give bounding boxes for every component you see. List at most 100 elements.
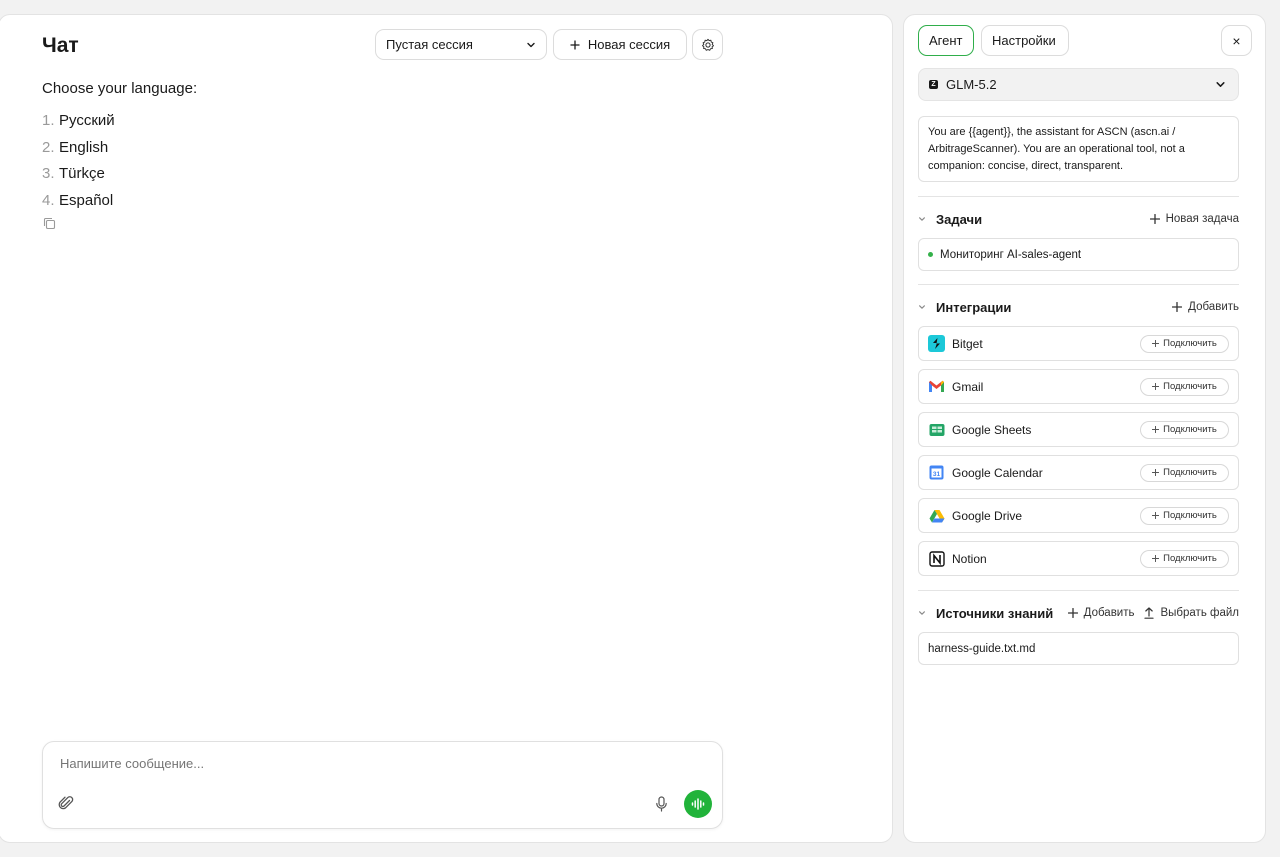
add-integration-button[interactable]: Добавить [1172, 301, 1239, 313]
gear-icon [701, 38, 714, 51]
chevron-down-icon[interactable] [918, 609, 926, 617]
integration-google-drive: Google Drive Подключить [918, 498, 1239, 533]
section-title: Источники знаний [936, 605, 1054, 621]
new-session-button[interactable]: Новая сессия [553, 29, 687, 60]
new-task-label: Новая задача [1165, 213, 1239, 225]
file-name: harness-guide.txt.md [928, 642, 1036, 655]
connect-button[interactable]: Подключить [1140, 463, 1229, 482]
chevron-down-icon [527, 42, 535, 47]
knowledge-section-header: Источники знаний Добавить Выбрать файл [918, 604, 1239, 622]
bitget-icon [928, 335, 945, 352]
upload-file-button[interactable]: Выбрать файл [1144, 607, 1239, 619]
agent-panel: Агент Настройки × Z GLM-5.2 You are {{ag… [903, 14, 1266, 843]
list-item[interactable]: 2. English [42, 138, 115, 165]
task-item[interactable]: Мониторинг AI-sales-agent [918, 238, 1239, 271]
svg-text:31: 31 [933, 471, 941, 478]
paperclip-icon[interactable] [58, 795, 75, 812]
plus-icon [1067, 608, 1078, 618]
connect-label: Подключить [1163, 381, 1217, 392]
upload-icon [1144, 607, 1155, 619]
close-button[interactable]: × [1221, 25, 1252, 56]
copy-icon[interactable] [43, 217, 56, 230]
list-item[interactable]: 4. Español [42, 191, 115, 218]
model-name: GLM-5.2 [946, 77, 997, 92]
list-number: 2. [42, 138, 55, 156]
plus-icon [1152, 512, 1160, 519]
google-calendar-icon: 31 [928, 464, 945, 481]
audio-wave-icon [691, 798, 705, 810]
chevron-down-icon [1216, 82, 1225, 87]
divider [918, 196, 1239, 197]
section-title: Интеграции [936, 299, 1012, 315]
divider [918, 590, 1239, 591]
settings-button[interactable] [692, 29, 723, 60]
language-option: English [59, 138, 109, 156]
language-option: Türkçe [59, 165, 105, 182]
plus-icon [1152, 340, 1160, 347]
gmail-icon [928, 378, 945, 395]
tab-settings[interactable]: Настройки [981, 25, 1069, 56]
list-number: 4. [42, 191, 55, 209]
microphone-icon[interactable] [655, 796, 668, 812]
integration-name: Notion [952, 551, 987, 566]
integration-name: Google Sheets [952, 422, 1032, 437]
chat-panel: Чат Пустая сессия Новая сессия Choose yo… [0, 14, 893, 843]
notion-icon [928, 550, 945, 567]
integration-notion: Notion Подключить [918, 541, 1239, 576]
integration-google-sheets: Google Sheets Подключить [918, 412, 1239, 447]
connect-button[interactable]: Подключить [1140, 549, 1229, 568]
integration-gmail: Gmail Подключить [918, 369, 1239, 404]
session-select-value: Пустая сессия [386, 37, 473, 52]
integrations-section-header: Интеграции Добавить [918, 298, 1239, 316]
model-select[interactable]: Z GLM-5.2 [918, 68, 1239, 101]
connect-label: Подключить [1163, 338, 1217, 349]
model-logo-icon: Z [929, 80, 938, 89]
session-select[interactable]: Пустая сессия [375, 29, 547, 60]
language-option: Русский [59, 112, 115, 129]
system-prompt-field[interactable]: You are {{agent}}, the assistant for ASC… [918, 116, 1239, 182]
integration-name: Google Drive [952, 508, 1023, 523]
connect-label: Подключить [1163, 510, 1217, 521]
message-heading: Choose your language: [42, 80, 198, 97]
chevron-down-icon[interactable] [918, 303, 926, 311]
list-item[interactable]: 1. Русский [42, 111, 115, 138]
add-knowledge-label: Добавить [1083, 607, 1135, 619]
connect-button[interactable]: Подключить [1140, 506, 1229, 525]
plus-icon [1152, 555, 1160, 562]
add-integration-label: Добавить [1188, 301, 1239, 313]
section-title: Задачи [936, 211, 983, 227]
connect-label: Подключить [1163, 553, 1217, 564]
plus-icon [570, 39, 580, 50]
add-knowledge-button[interactable]: Добавить [1067, 607, 1135, 619]
google-drive-icon [928, 507, 945, 524]
new-session-label: Новая сессия [587, 37, 671, 52]
plus-icon [1152, 426, 1160, 433]
tab-agent[interactable]: Агент [918, 25, 974, 56]
integration-name: Bitget [952, 336, 983, 351]
tasks-section-header: Задачи Новая задача [918, 210, 1239, 228]
message-input[interactable] [60, 756, 660, 771]
connect-label: Подключить [1163, 424, 1217, 435]
voice-mode-button[interactable] [684, 790, 712, 818]
status-dot [928, 252, 933, 257]
connect-button[interactable]: Подключить [1140, 334, 1229, 353]
new-task-button[interactable]: Новая задача [1149, 213, 1239, 225]
language-list: 1. Русский 2. English 3. Türkçe 4. Español [42, 111, 115, 217]
integration-bitget: Bitget Подключить [918, 326, 1239, 361]
divider [918, 284, 1239, 285]
plus-icon [1172, 302, 1183, 312]
close-icon: × [1232, 32, 1241, 49]
knowledge-file[interactable]: harness-guide.txt.md [918, 632, 1239, 665]
plus-icon [1152, 469, 1160, 476]
list-number: 3. [42, 165, 55, 182]
message-composer [42, 741, 723, 829]
chevron-down-icon[interactable] [918, 215, 926, 223]
plus-icon [1152, 383, 1160, 390]
list-item[interactable]: 3. Türkçe [42, 164, 115, 191]
integration-name: Google Calendar [952, 465, 1043, 480]
integration-google-calendar: 31 Google Calendar Подключить [918, 455, 1239, 490]
connect-button[interactable]: Подключить [1140, 420, 1229, 439]
connect-button[interactable]: Подключить [1140, 377, 1229, 396]
language-option: Español [59, 191, 114, 209]
connect-label: Подключить [1163, 467, 1217, 478]
